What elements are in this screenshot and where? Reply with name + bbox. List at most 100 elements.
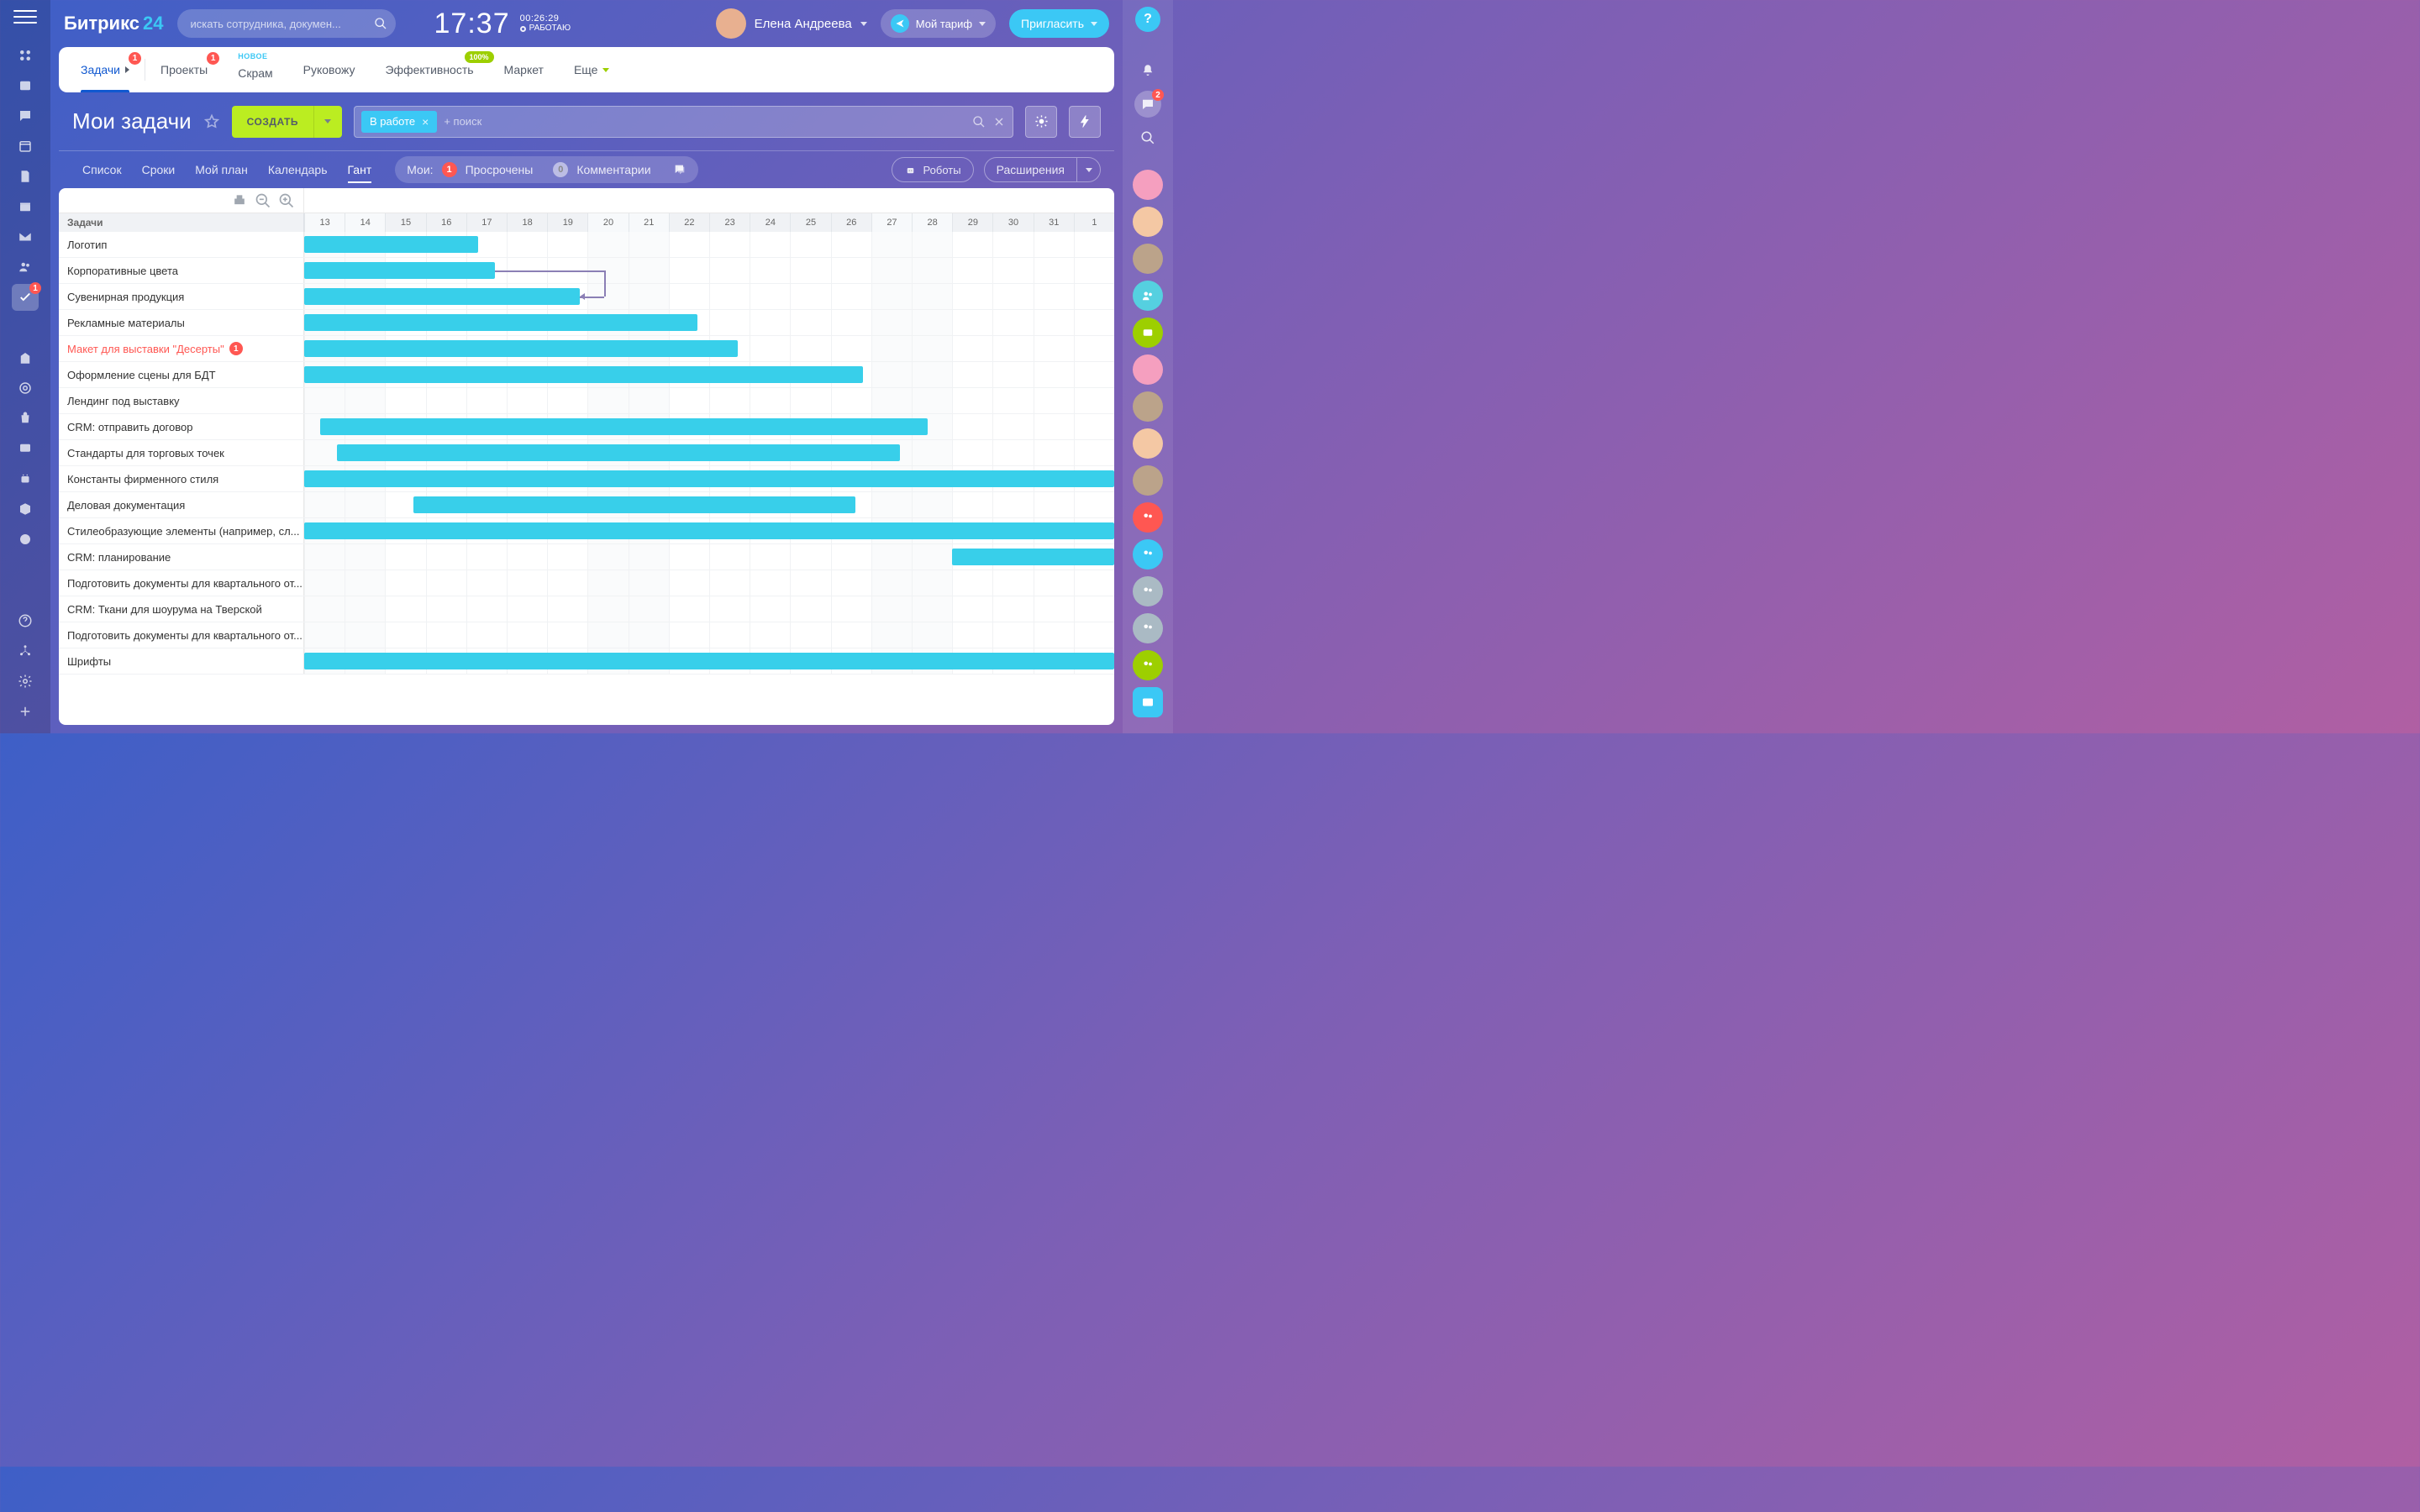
nav-shop-icon[interactable]: [12, 405, 39, 432]
gantt-bar[interactable]: [413, 496, 855, 513]
task-name[interactable]: Стилеобразующие элементы (например, сл..…: [59, 518, 304, 543]
nav-chat-icon[interactable]: [12, 102, 39, 129]
nav-feed-icon[interactable]: [12, 42, 39, 69]
tariff-button[interactable]: Мой тариф: [881, 9, 996, 38]
nav-sites-icon[interactable]: [12, 435, 39, 462]
automation-button[interactable]: [1069, 106, 1101, 138]
help-button[interactable]: ?: [1135, 7, 1160, 32]
logo[interactable]: Битрикс 24: [64, 13, 164, 34]
gantt-bar[interactable]: [304, 262, 495, 279]
task-name[interactable]: Стандарты для торговых точек: [59, 440, 304, 465]
gantt-bar[interactable]: [304, 470, 1114, 487]
gantt-bar[interactable]: [304, 236, 478, 253]
task-name[interactable]: Деловая документация: [59, 492, 304, 517]
contact-avatar[interactable]: [1133, 170, 1163, 200]
nav-marketing-icon[interactable]: [12, 375, 39, 402]
contact-card-icon[interactable]: [1133, 687, 1163, 717]
gantt-bar[interactable]: [304, 314, 697, 331]
task-name[interactable]: Подготовить документы для квартального о…: [59, 570, 304, 596]
task-name[interactable]: Лендинг под выставку: [59, 388, 304, 413]
gantt-bar[interactable]: [952, 549, 1114, 565]
tab-Задачи[interactable]: Задачи1: [66, 47, 145, 92]
task-name[interactable]: CRM: отправить договор: [59, 414, 304, 439]
view-tab-Мой план[interactable]: Мой план: [185, 151, 258, 188]
task-name[interactable]: Шрифты: [59, 648, 304, 674]
contact-avatar[interactable]: [1133, 428, 1163, 459]
tab-Маркет[interactable]: Маркет: [489, 47, 559, 92]
search-icon[interactable]: [1134, 124, 1161, 151]
task-name[interactable]: Подготовить документы для квартального о…: [59, 622, 304, 648]
nav-company-icon[interactable]: [12, 344, 39, 371]
task-name[interactable]: Макет для выставки "Десерты"1: [59, 336, 304, 361]
nav-sitemap-icon[interactable]: [12, 638, 39, 664]
task-name[interactable]: Логотип: [59, 232, 304, 257]
notifications-icon[interactable]: [1134, 57, 1161, 84]
invite-button[interactable]: Пригласить: [1009, 9, 1109, 38]
overdue-link[interactable]: Просрочены: [466, 163, 534, 176]
tab-Еще[interactable]: Еще: [559, 47, 625, 92]
tab-Руковожу[interactable]: Руковожу: [288, 47, 371, 92]
extensions-button[interactable]: Расширения: [985, 163, 1076, 176]
contact-avatar[interactable]: [1133, 207, 1163, 237]
settings-button[interactable]: [1025, 106, 1057, 138]
gantt-bar[interactable]: [304, 288, 580, 305]
task-name[interactable]: Константы фирменного стиля: [59, 466, 304, 491]
task-name[interactable]: Рекламные материалы: [59, 310, 304, 335]
view-tab-Список[interactable]: Список: [72, 151, 132, 188]
comments-icon[interactable]: [673, 163, 687, 176]
nav-box-icon[interactable]: [12, 496, 39, 522]
group-chat-icon[interactable]: [1133, 318, 1163, 348]
zoom-out-icon[interactable]: [255, 192, 271, 209]
group-chat-icon[interactable]: [1133, 281, 1163, 311]
nav-tasks-icon[interactable]: 1: [12, 284, 39, 311]
filter-input[interactable]: [444, 115, 965, 128]
group-green-icon[interactable]: [1133, 650, 1163, 680]
view-tab-Календарь[interactable]: Календарь: [258, 151, 338, 188]
menu-toggle-icon[interactable]: [13, 5, 37, 29]
task-name[interactable]: CRM: Ткани для шоурума на Тверской: [59, 596, 304, 622]
zoom-in-icon[interactable]: [278, 192, 295, 209]
gantt-bar[interactable]: [304, 522, 1114, 539]
group-gray-icon[interactable]: [1133, 576, 1163, 606]
star-icon[interactable]: [203, 113, 220, 130]
global-search[interactable]: [177, 9, 396, 38]
worktime-block[interactable]: 00:26:29 РАБОТАЮ: [520, 13, 571, 34]
gantt-bar[interactable]: [320, 418, 928, 435]
nav-news-icon[interactable]: [12, 72, 39, 99]
user-menu[interactable]: Елена Андреева: [716, 8, 867, 39]
nav-crm-icon[interactable]: [12, 314, 39, 341]
contact-avatar[interactable]: [1133, 244, 1163, 274]
nav-calendar-icon[interactable]: [12, 133, 39, 160]
robots-button[interactable]: Роботы: [892, 157, 974, 182]
print-icon[interactable]: [231, 192, 248, 209]
filter-box[interactable]: В работе ×: [354, 106, 1013, 138]
extensions-dropdown[interactable]: [1076, 158, 1100, 181]
chat-icon[interactable]: 2: [1134, 91, 1161, 118]
task-name[interactable]: Сувенирная продукция: [59, 284, 304, 309]
contact-avatar[interactable]: [1133, 465, 1163, 496]
nav-help-icon[interactable]: [12, 607, 39, 634]
task-name[interactable]: CRM: планирование: [59, 544, 304, 570]
nav-people-icon[interactable]: [12, 254, 39, 281]
nav-android-icon[interactable]: [12, 465, 39, 492]
nav-settings-icon[interactable]: [12, 668, 39, 695]
filter-chip-remove-icon[interactable]: ×: [422, 115, 429, 129]
close-icon[interactable]: [992, 115, 1006, 129]
nav-more-icon[interactable]: [12, 526, 39, 553]
gantt-body[interactable]: ЛоготипКорпоративные цветаСувенирная про…: [59, 232, 1114, 725]
tab-Проекты[interactable]: Проекты1: [145, 47, 223, 92]
tab-Скрам[interactable]: НОВОЕСкрам: [223, 47, 287, 92]
search-input[interactable]: [191, 18, 367, 30]
group-blue-icon[interactable]: [1133, 539, 1163, 570]
tab-Эффективность[interactable]: Эффективность100%: [370, 47, 488, 92]
nav-docs-icon[interactable]: [12, 163, 39, 190]
task-name[interactable]: Оформление сцены для БДТ: [59, 362, 304, 387]
comments-link[interactable]: Комментарии: [576, 163, 650, 176]
gantt-bar[interactable]: [337, 444, 900, 461]
nav-drive-icon[interactable]: [12, 193, 39, 220]
task-name[interactable]: Корпоративные цвета: [59, 258, 304, 283]
gantt-bar[interactable]: [304, 366, 863, 383]
filter-chip[interactable]: В работе ×: [361, 111, 437, 133]
create-button[interactable]: СОЗДАТЬ: [232, 106, 313, 138]
gantt-bar[interactable]: [304, 653, 1114, 669]
